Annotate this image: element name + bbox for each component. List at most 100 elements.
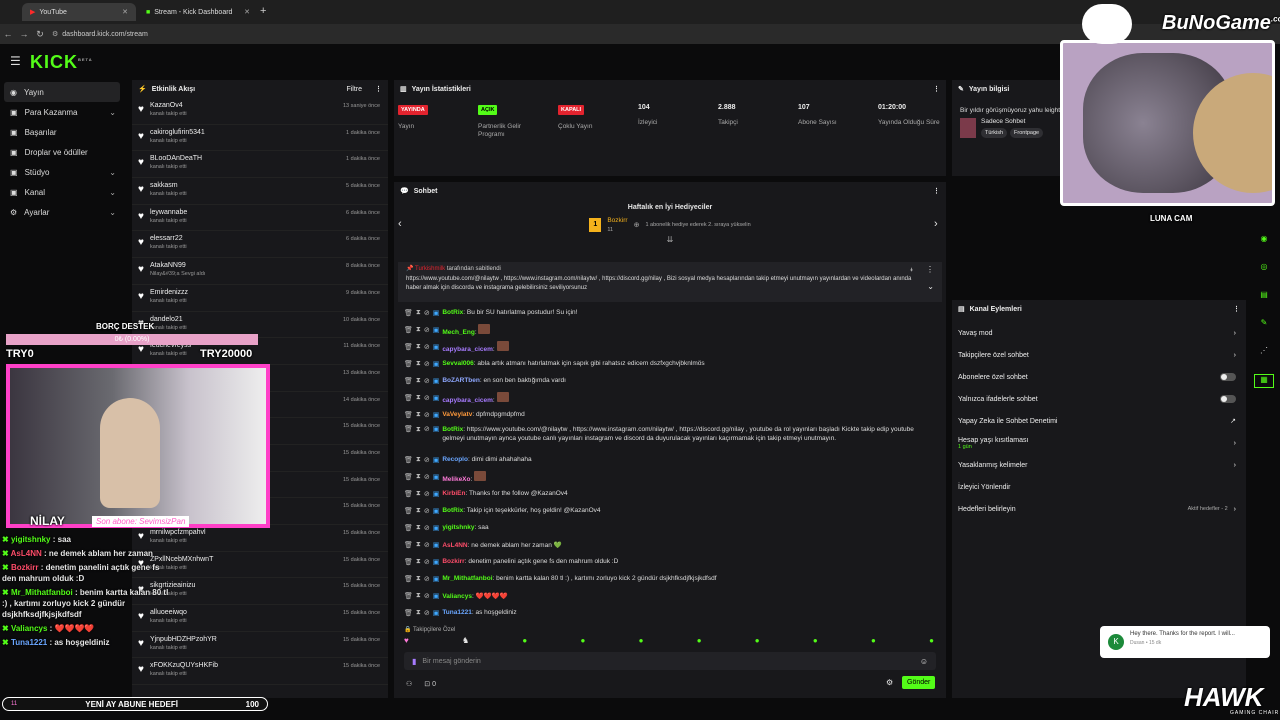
toggle-switch[interactable]	[1220, 373, 1236, 381]
layout-icon[interactable]: ▤	[1254, 290, 1274, 304]
emote-icon[interactable]: ●	[639, 636, 644, 650]
action-row[interactable]: Yalnızca ifadelerle sohbet	[952, 388, 1246, 410]
ban-icon[interactable]: ⊘	[424, 309, 430, 317]
ban-icon[interactable]: ⊘	[424, 456, 430, 464]
timeout-icon[interactable]: ⧗	[416, 575, 421, 583]
nav-item-studyo[interactable]: ▣ Stüdyo ⌄	[0, 162, 124, 182]
next-gifter-button[interactable]: ›	[934, 218, 938, 230]
trash-icon[interactable]: 🗑	[404, 411, 413, 419]
close-icon[interactable]: ✕	[244, 8, 250, 16]
chat-user[interactable]: Bozkirr	[442, 558, 464, 565]
action-row[interactable]: Hesap yaşı kısıtlaması 1 gün ›	[952, 432, 1246, 454]
support-toast[interactable]: K Hey there. Thanks for the report. I wi…	[1100, 626, 1270, 658]
emote-icon[interactable]: ●	[697, 636, 702, 650]
chat-user[interactable]: Mr_Mithatfanboi	[442, 575, 492, 582]
activity-item[interactable]: ♥ AtakaNN99 Nilay&#39;a Sevgi aldı 8 dakika…	[132, 258, 388, 285]
ban-icon[interactable]: ⊘	[424, 411, 430, 419]
ban-icon[interactable]: ⊘	[424, 609, 430, 617]
chat-input[interactable]: ▮ Bir mesaj gönderin ☺	[404, 652, 936, 670]
chat-user[interactable]: capybara_cicem	[442, 397, 493, 404]
activity-user[interactable]: dandelo21	[150, 316, 187, 323]
broadcast-icon[interactable]: ◎	[1254, 262, 1274, 276]
ban-icon[interactable]: ⊘	[424, 360, 430, 368]
tab-youtube[interactable]: ▶ YouTube ✕	[22, 3, 136, 21]
timeout-icon[interactable]: ⧗	[416, 524, 421, 532]
chat-user[interactable]: yigitshnky	[442, 524, 474, 531]
menu-icon[interactable]: ☰	[10, 54, 21, 68]
chevron-right-icon[interactable]: ›	[1234, 352, 1236, 359]
activity-user[interactable]: elessarr22	[150, 235, 187, 242]
timeout-icon[interactable]: ⧗	[416, 326, 421, 334]
activity-item[interactable]: ♥ cakiroglufirin5341 kanalı takip etti 1 da…	[132, 125, 388, 152]
chat-user[interactable]: Tuna1221	[442, 609, 472, 616]
more-icon[interactable]: ⋮	[375, 85, 382, 93]
action-row[interactable]: Yavaş mod ›	[952, 322, 1246, 344]
trash-icon[interactable]: 🗑	[404, 575, 413, 583]
wrench-icon[interactable]: ✎	[1254, 318, 1274, 332]
trash-icon[interactable]: 🗑	[404, 456, 413, 464]
grid-icon[interactable]: ▦	[1254, 374, 1274, 388]
chat-icon[interactable]: ◉	[1254, 234, 1274, 248]
trash-icon[interactable]: 🗑	[404, 490, 413, 498]
activity-item[interactable]: ♥ elessarr22 kanalı takip etti 6 dakika önc…	[132, 231, 388, 259]
kick-logo[interactable]: KICKBETA	[30, 52, 93, 73]
timeout-icon[interactable]: ⧗	[416, 411, 421, 419]
back-icon[interactable]: ←	[0, 29, 16, 39]
prev-gifter-button[interactable]: ‹	[398, 218, 402, 230]
ban-icon[interactable]: ⊘	[424, 558, 430, 566]
chat-user[interactable]: Mech_Eng	[442, 329, 475, 336]
timeout-icon[interactable]: ⧗	[416, 507, 421, 515]
chevron-down-icon[interactable]: ⌄	[927, 282, 934, 291]
timeout-icon[interactable]: ⧗	[416, 558, 421, 566]
tag[interactable]: Türkish	[981, 128, 1008, 138]
more-icon[interactable]: ⋮	[926, 265, 934, 274]
timeout-icon[interactable]: ⧗	[416, 360, 421, 368]
toggle-switch[interactable]	[1220, 395, 1236, 403]
chat-user[interactable]: AsL4NN	[442, 542, 467, 549]
trash-icon[interactable]: 🗑	[404, 394, 413, 402]
chevron-right-icon[interactable]: ›	[1234, 506, 1236, 513]
nav-item-droplar[interactable]: ▣ Droplar ve ödüller	[0, 142, 124, 162]
nav-item-yayin[interactable]: ◉ Yayın	[4, 82, 120, 102]
emoji-icon[interactable]: ☺	[920, 657, 928, 666]
chevron-right-icon[interactable]: ›	[1234, 462, 1236, 469]
activity-user[interactable]: xFOKKzuQUYsHKFib	[150, 662, 218, 669]
action-row[interactable]: Yapay Zeka ile Sohbet Denetimi ↗	[952, 410, 1246, 432]
gift-icon[interactable]: ⊡	[424, 681, 430, 688]
more-icon[interactable]: ⋮	[1233, 305, 1240, 313]
filter-button[interactable]: Filtre	[346, 86, 362, 93]
action-row[interactable]: Takipçilere özel sohbet ›	[952, 344, 1246, 366]
timeout-icon[interactable]: ⧗	[416, 609, 421, 617]
timeout-icon[interactable]: ⧗	[416, 343, 421, 351]
chevron-right-icon[interactable]: ›	[1234, 440, 1236, 447]
activity-item[interactable]: ♥ BLooDAnDeaTH kanalı takip etti 1 dakika ö…	[132, 151, 388, 179]
timeout-icon[interactable]: ⧗	[416, 394, 421, 402]
trash-icon[interactable]: 🗑	[404, 592, 413, 600]
chat-user[interactable]: BotRix	[442, 507, 463, 514]
action-row[interactable]: Abonelere özel sohbet	[952, 366, 1246, 388]
tab-kick-dashboard[interactable]: ■ Stream - Kick Dashboard ✕	[138, 3, 258, 21]
ban-icon[interactable]: ⊘	[424, 524, 430, 532]
ban-icon[interactable]: ⊘	[424, 490, 430, 498]
action-row[interactable]: Yasaklanmış kelimeler ›	[952, 454, 1246, 476]
reload-icon[interactable]: ↻	[32, 29, 48, 40]
nav-item-basarilar[interactable]: ▣ Başarılar	[0, 122, 124, 142]
chat-user[interactable]: capybara_cicem	[442, 346, 493, 353]
unpin-icon[interactable]: ⍖	[909, 265, 914, 275]
emote-icon[interactable]: ●	[871, 636, 876, 650]
emote-icon[interactable]: ♥	[404, 636, 409, 650]
url-text[interactable]: dashboard.kick.com/stream	[62, 31, 148, 38]
trash-icon[interactable]: 🗑	[404, 558, 413, 566]
timeout-icon[interactable]: ⧗	[416, 473, 421, 481]
activity-item[interactable]: ♥ leywannabe kanalı takip etti 6 dakika önc…	[132, 205, 388, 232]
timeout-icon[interactable]: ⧗	[416, 592, 421, 600]
trash-icon[interactable]: 🗑	[404, 507, 413, 515]
trash-icon[interactable]: 🗑	[404, 343, 413, 351]
ban-icon[interactable]: ⊘	[424, 377, 430, 385]
trash-icon[interactable]: 🗑	[404, 360, 413, 368]
chat-user[interactable]: Valiancys	[442, 593, 472, 600]
chat-user[interactable]: BotRix	[442, 426, 463, 433]
chat-user[interactable]: BotRix	[442, 309, 463, 316]
timeout-icon[interactable]: ⧗	[416, 456, 421, 464]
activity-item[interactable]: ♥ KazanOv4 kanalı takip etti 13 saniye önce	[132, 98, 388, 125]
